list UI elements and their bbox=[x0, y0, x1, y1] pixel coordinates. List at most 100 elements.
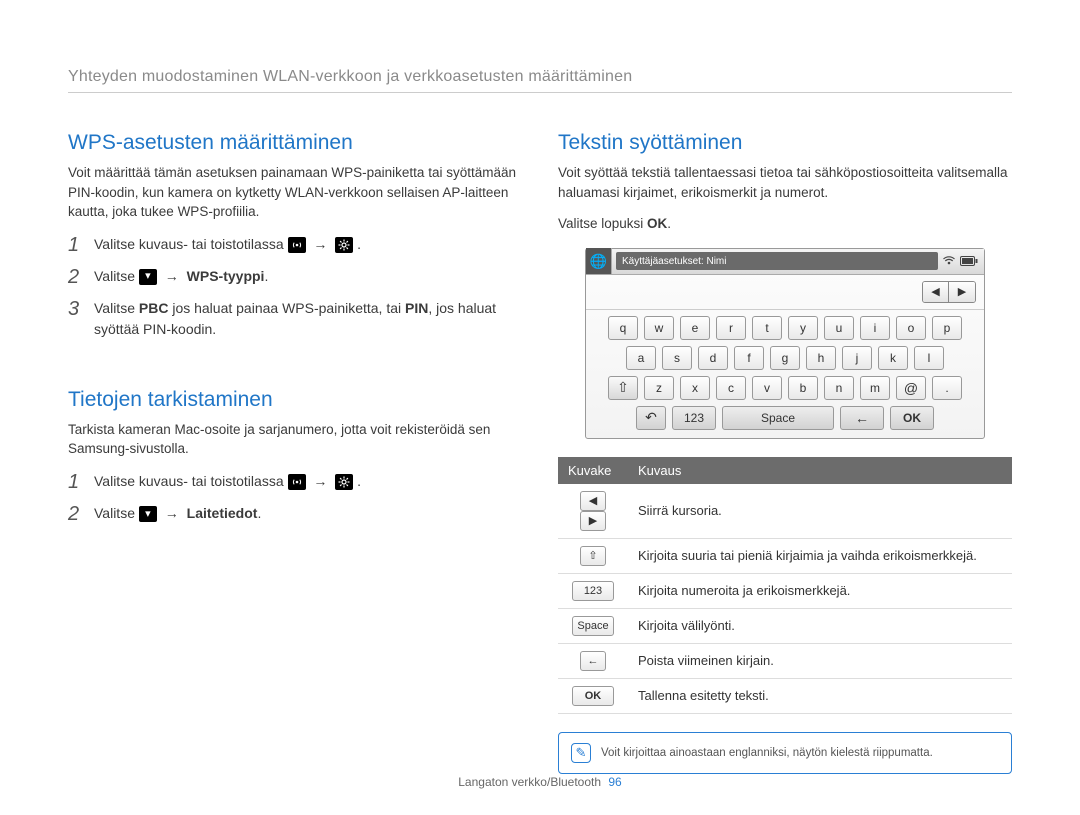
keyboard-nav-row: ◀ ▶ bbox=[586, 275, 984, 310]
arrow-icon: → bbox=[165, 505, 179, 521]
step-text: Valitse kuvaus- tai toistotilassa bbox=[94, 473, 284, 489]
space-key: Space bbox=[572, 616, 614, 636]
backspace-key-icon: ← bbox=[840, 406, 884, 430]
table-header-desc: Kuvaus bbox=[628, 457, 1012, 484]
info-step-1: 1 Valitse kuvaus- tai toistotilassa → . bbox=[68, 471, 522, 493]
keyboard-rows: qwertyuiop asdfghjkl ⇧ zxcvbnm @ . ↶ 123… bbox=[586, 310, 984, 438]
key-s: s bbox=[662, 346, 692, 370]
desc-cell: Kirjoita välilyönti. bbox=[628, 608, 1012, 643]
page-number: 96 bbox=[608, 775, 621, 789]
step-bold: Laitetiedot bbox=[187, 505, 258, 521]
key-c: c bbox=[716, 376, 746, 400]
key-m: m bbox=[860, 376, 890, 400]
table-row: ◀▶ Siirrä kursoria. bbox=[558, 484, 1012, 539]
left-column: WPS-asetusten määrittäminen Voit määritt… bbox=[68, 131, 522, 774]
wps-step-2: 2 Valitse ▾ → WPS-tyyppi. bbox=[68, 266, 522, 288]
footer-text: Langaton verkko/Bluetooth bbox=[458, 775, 601, 789]
wireless-icon bbox=[288, 237, 306, 253]
icon-description-table: Kuvake Kuvaus ◀▶ Siirrä kursoria. ⇧ Kirj… bbox=[558, 457, 1012, 714]
key-p: p bbox=[932, 316, 962, 340]
wps-step-1: 1 Valitse kuvaus- tai toistotilassa → . bbox=[68, 234, 522, 256]
num-key: 123 bbox=[572, 581, 614, 601]
key-g: g bbox=[770, 346, 800, 370]
key-a: a bbox=[626, 346, 656, 370]
arrow-icon: → bbox=[165, 268, 179, 284]
table-row: ← Poista viimeinen kirjain. bbox=[558, 643, 1012, 678]
wps-intro: Voit määrittää tämän asetuksen painamaan… bbox=[68, 163, 522, 222]
table-row: ⇧ Kirjoita suuria tai pieniä kirjaimia j… bbox=[558, 538, 1012, 573]
arrow-icon: → bbox=[313, 473, 327, 489]
note-icon: ✎ bbox=[571, 743, 591, 763]
keyboard-title: Käyttäjäasetukset: Nimi bbox=[616, 252, 938, 270]
key-t: t bbox=[752, 316, 782, 340]
key-e: e bbox=[680, 316, 710, 340]
text-entry-intro: Voit syöttää tekstiä tallentaessasi tiet… bbox=[558, 163, 1012, 202]
keyboard-topbar: 🌐 Käyttäjäasetukset: Nimi bbox=[586, 249, 984, 275]
step-dot: . bbox=[257, 505, 261, 521]
ok-key: OK bbox=[572, 686, 614, 706]
shift-key-icon: ⇧ bbox=[580, 546, 606, 566]
desc-cell: Siirrä kursoria. bbox=[628, 484, 1012, 539]
step-content: Valitse kuvaus- tai toistotilassa → . bbox=[94, 234, 522, 255]
step-number: 1 bbox=[68, 471, 84, 493]
signal-icon bbox=[942, 254, 956, 269]
step-number: 2 bbox=[68, 503, 84, 525]
key-b: b bbox=[788, 376, 818, 400]
keyboard-row-2: asdfghjkl bbox=[594, 346, 976, 370]
chevron-down-icon: ▾ bbox=[139, 506, 157, 522]
desc-cell: Poista viimeinen kirjain. bbox=[628, 643, 1012, 678]
keyboard-row-3: ⇧ zxcvbnm @ . bbox=[594, 376, 976, 400]
note-box: ✎ Voit kirjoittaa ainoastaan englanniksi… bbox=[558, 732, 1012, 774]
icon-cell: ⇧ bbox=[558, 538, 628, 573]
step-content: Valitse ▾ → Laitetiedot. bbox=[94, 503, 522, 524]
space-key: Space bbox=[722, 406, 834, 430]
step-content: Valitse PBC jos haluat painaa WPS-painik… bbox=[94, 298, 522, 340]
step-text: Valitse bbox=[94, 268, 135, 284]
step-text: Valitse kuvaus- tai toistotilassa bbox=[94, 236, 284, 252]
step-text: Valitse bbox=[94, 505, 135, 521]
info-steps: 1 Valitse kuvaus- tai toistotilassa → . bbox=[68, 471, 522, 525]
table-row: 123 Kirjoita numeroita ja erikoismerkkej… bbox=[558, 573, 1012, 608]
step-dot: . bbox=[357, 473, 361, 489]
note-text: Voit kirjoittaa ainoastaan englanniksi, … bbox=[601, 747, 933, 759]
table-row: Space Kirjoita välilyönti. bbox=[558, 608, 1012, 643]
keyboard-row-4: ↶ 123 Space ← OK bbox=[594, 406, 976, 430]
keyboard-row-1: qwertyuiop bbox=[594, 316, 976, 340]
keyboard-illustration: 🌐 Käyttäjäasetukset: Nimi ◀ ▶ bbox=[585, 248, 985, 439]
table-header-icon: Kuvake bbox=[558, 457, 628, 484]
step-content: Valitse ▾ → WPS-tyyppi. bbox=[94, 266, 522, 287]
status-icons bbox=[942, 254, 984, 269]
num-key: 123 bbox=[672, 406, 716, 430]
cursor-left-icon: ◀ bbox=[923, 282, 949, 302]
text-entry-closing: Valitse lopuksi OK. bbox=[558, 214, 1012, 234]
key-o: o bbox=[896, 316, 926, 340]
info-check-section: Tietojen tarkistaminen Tarkista kameran … bbox=[68, 388, 522, 525]
icon-cell: ← bbox=[558, 643, 628, 678]
page-footer: Langaton verkko/Bluetooth 96 bbox=[0, 775, 1080, 789]
desc-cell: Tallenna esitetty teksti. bbox=[628, 678, 1012, 713]
step-dot: . bbox=[357, 236, 361, 252]
wireless-icon bbox=[288, 474, 306, 490]
key-r: r bbox=[716, 316, 746, 340]
wps-heading: WPS-asetusten määrittäminen bbox=[68, 131, 522, 155]
step-dot: . bbox=[264, 268, 268, 284]
info-heading: Tietojen tarkistaminen bbox=[68, 388, 522, 412]
dot-key: . bbox=[932, 376, 962, 400]
wps-steps: 1 Valitse kuvaus- tai toistotilassa → . … bbox=[68, 234, 522, 340]
step-bold: PIN bbox=[405, 300, 428, 316]
table-row: OK Tallenna esitetty teksti. bbox=[558, 678, 1012, 713]
icon-cell: OK bbox=[558, 678, 628, 713]
globe-icon: 🌐 bbox=[586, 248, 612, 274]
icon-cell: Space bbox=[558, 608, 628, 643]
desc-cell: Kirjoita numeroita ja erikoismerkkejä. bbox=[628, 573, 1012, 608]
ok-key: OK bbox=[890, 406, 934, 430]
key-i: i bbox=[860, 316, 890, 340]
key-x: x bbox=[680, 376, 710, 400]
step-bold: WPS-tyyppi bbox=[187, 268, 265, 284]
desc-cell: Kirjoita suuria tai pieniä kirjaimia ja … bbox=[628, 538, 1012, 573]
content-columns: WPS-asetusten määrittäminen Voit määritt… bbox=[68, 131, 1012, 774]
key-u: u bbox=[824, 316, 854, 340]
cursor-nav: ◀ ▶ bbox=[922, 281, 976, 303]
key-v: v bbox=[752, 376, 782, 400]
closing-dot: . bbox=[667, 216, 671, 231]
